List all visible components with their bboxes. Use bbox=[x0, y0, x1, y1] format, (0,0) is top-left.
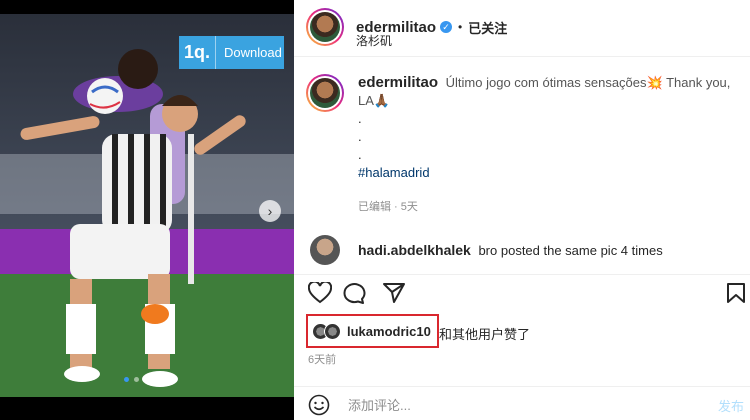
caption-dot: . bbox=[358, 147, 362, 162]
avatar[interactable] bbox=[306, 74, 344, 112]
divider bbox=[294, 274, 750, 275]
avatar[interactable] bbox=[306, 8, 344, 46]
post-comment-button[interactable]: 发布 bbox=[718, 396, 744, 415]
download-label: Download bbox=[224, 45, 282, 60]
post-media: 1q. Download › bbox=[0, 0, 294, 420]
carousel-dot bbox=[164, 377, 169, 382]
avatar-image bbox=[310, 12, 340, 42]
separator-dot: • bbox=[458, 20, 463, 34]
post-photo bbox=[0, 14, 294, 397]
comment-row: hadi.abdelkhalek bro posted the same pic… bbox=[310, 235, 750, 265]
comment-input[interactable] bbox=[346, 396, 680, 414]
edited-meta: 已编辑 · 5天 bbox=[358, 201, 418, 213]
following-button[interactable]: 已关注 bbox=[468, 18, 507, 37]
emoji-icon[interactable] bbox=[308, 394, 330, 416]
post-details: edermilitao ✓ • 已关注 洛杉矶 edermilitao Últi… bbox=[294, 0, 750, 420]
post-time-ago: 6天前 bbox=[308, 354, 337, 366]
caption-dot: . bbox=[358, 111, 362, 126]
carousel-dot bbox=[124, 377, 129, 382]
bookmark-icon[interactable] bbox=[726, 282, 746, 304]
liked-by-username[interactable]: lukamodric10 bbox=[347, 324, 431, 339]
hashtag-link[interactable]: #halamadrid bbox=[358, 164, 738, 182]
liked-by-highlight: lukamodric10 bbox=[306, 314, 439, 348]
carousel-dot bbox=[154, 377, 159, 382]
carousel-indicator bbox=[124, 377, 169, 382]
chevron-right-icon[interactable]: › bbox=[259, 200, 281, 222]
caption-dot: . bbox=[358, 129, 362, 144]
caption-text: edermilitao Último jogo com ótimas sensa… bbox=[358, 74, 738, 182]
caption-username[interactable]: edermilitao bbox=[358, 74, 438, 91]
location-link[interactable]: 洛杉矶 bbox=[356, 32, 392, 49]
likes-others-link[interactable]: 和其他用户赞了 bbox=[439, 324, 530, 343]
verified-badge-icon: ✓ bbox=[440, 21, 453, 33]
post-header: edermilitao ✓ • 已关注 bbox=[306, 8, 507, 46]
comment-bubble-icon[interactable] bbox=[342, 282, 366, 304]
share-send-icon[interactable] bbox=[382, 282, 406, 304]
divider bbox=[294, 386, 750, 387]
like-heart-icon[interactable] bbox=[308, 282, 332, 304]
action-bar bbox=[308, 282, 748, 308]
carousel-dot bbox=[134, 377, 139, 382]
liker-avatar bbox=[324, 322, 341, 340]
avatar-image bbox=[310, 78, 340, 108]
comment-text: hadi.abdelkhalek bro posted the same pic… bbox=[358, 242, 663, 258]
carousel-dot bbox=[144, 377, 149, 382]
comment-username[interactable]: hadi.abdelkhalek bbox=[358, 242, 471, 258]
caption: edermilitao Último jogo com ótimas sensa… bbox=[306, 74, 738, 182]
download-button[interactable]: 1q. Download bbox=[179, 36, 284, 69]
divider bbox=[294, 56, 750, 57]
avatar[interactable] bbox=[310, 235, 340, 265]
download-logo: 1q. bbox=[179, 36, 216, 69]
comment-bar: 发布 bbox=[294, 390, 750, 420]
comment-body: bro posted the same pic 4 times bbox=[478, 243, 663, 258]
